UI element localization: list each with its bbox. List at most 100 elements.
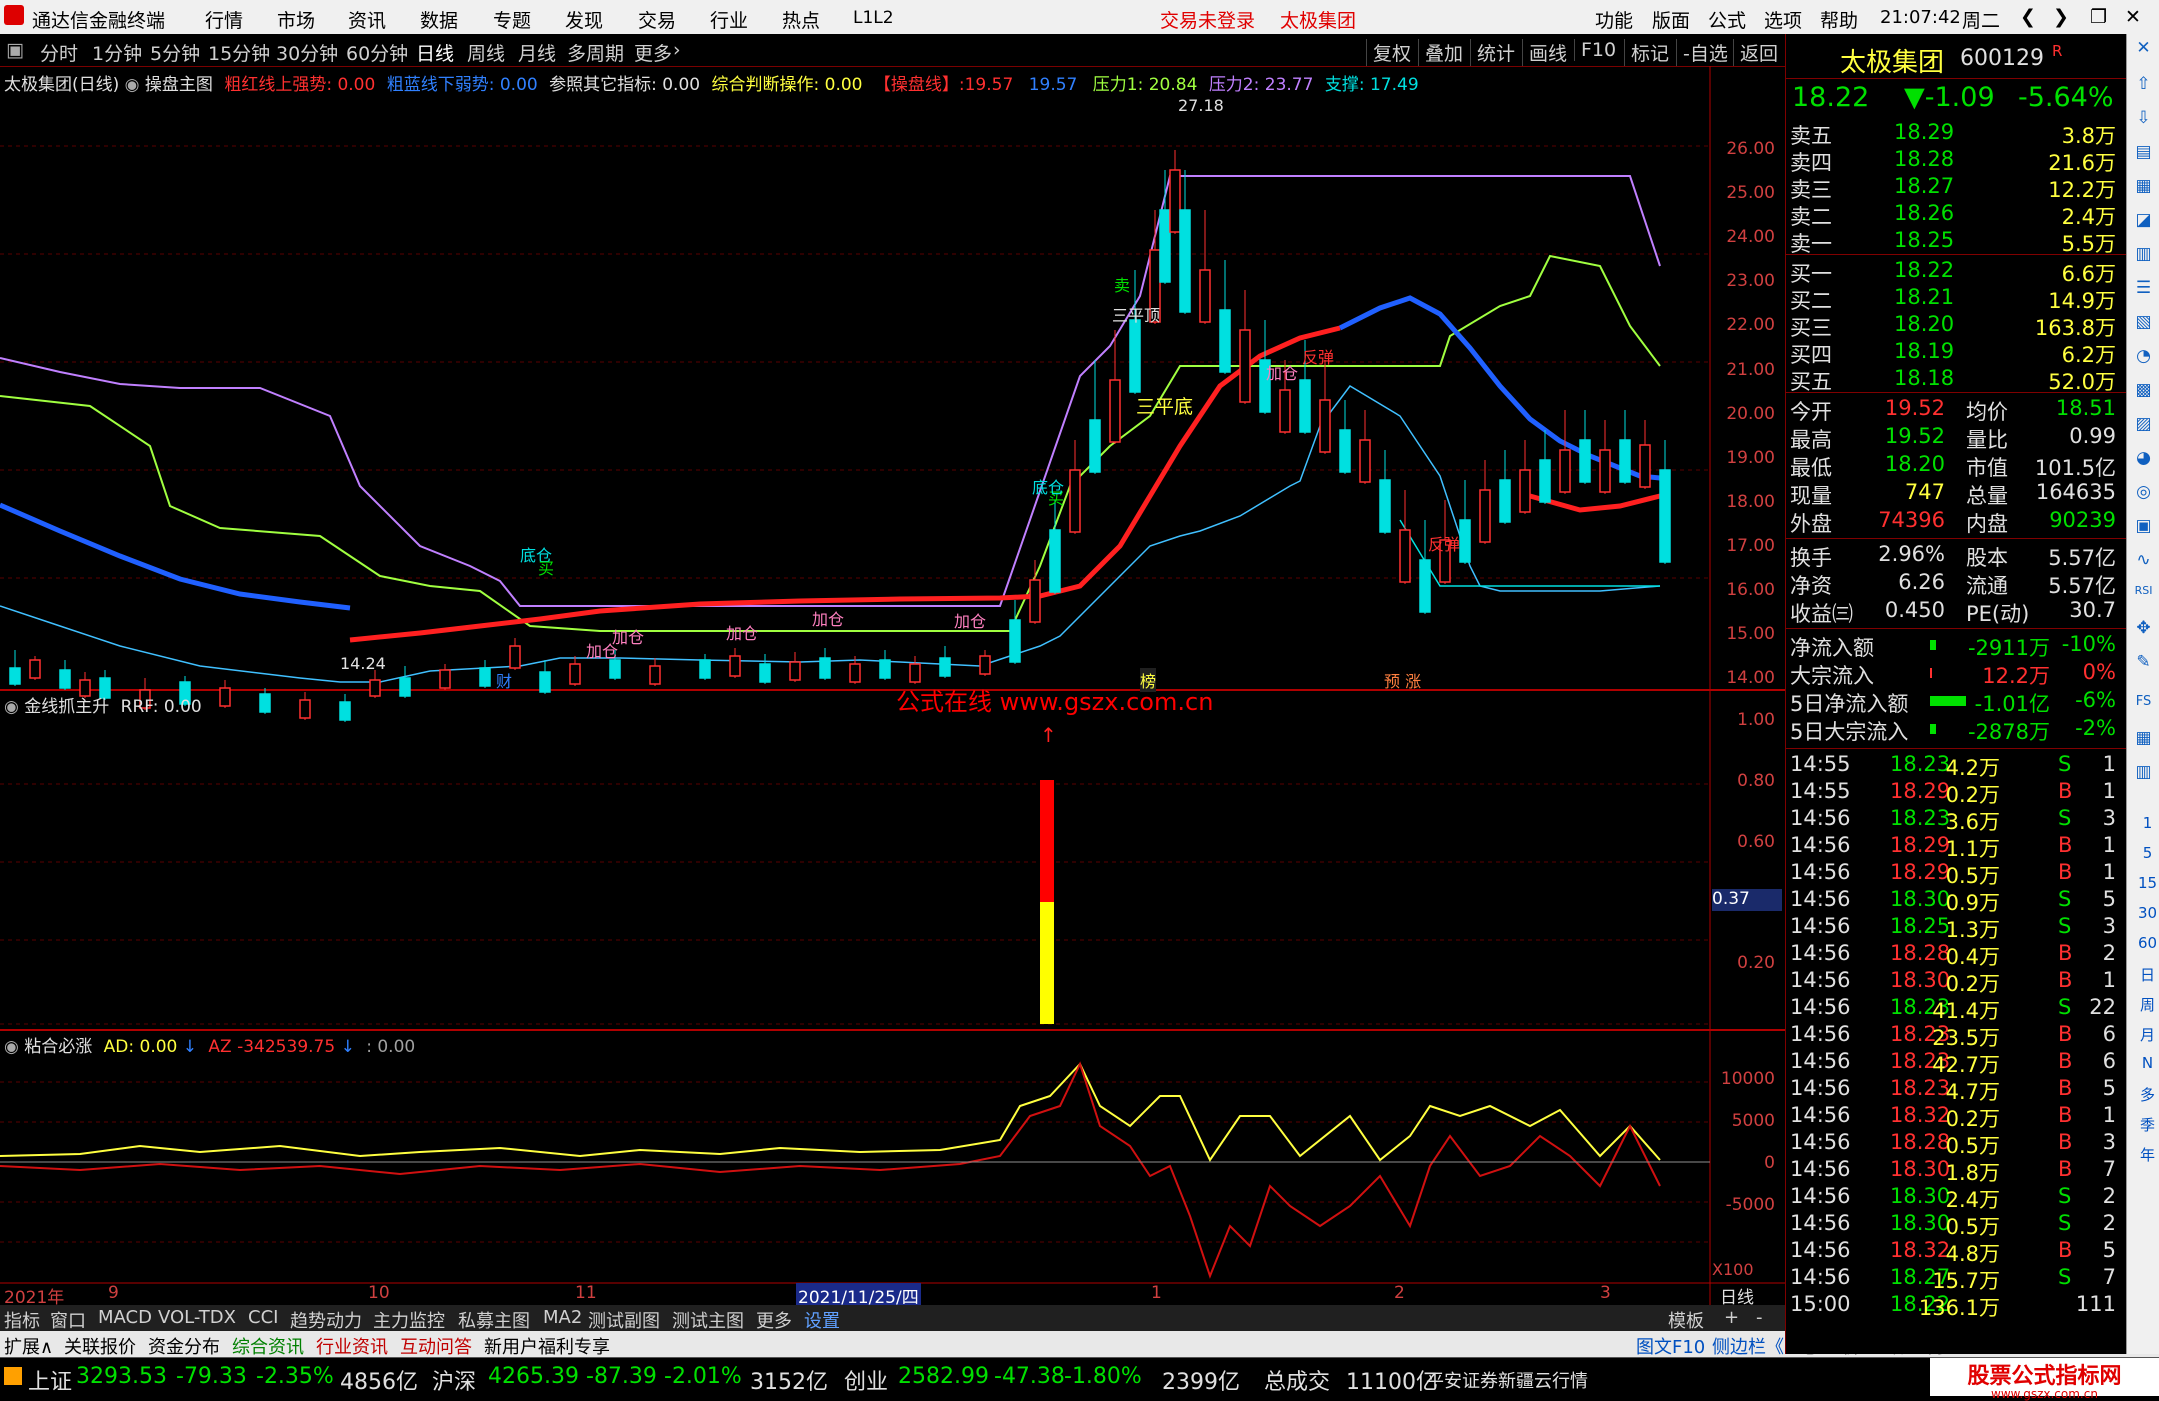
tab-macd[interactable]: MACD	[98, 1307, 152, 1328]
sub1-name[interactable]: 金线抓主升	[24, 697, 109, 717]
hs-label[interactable]: 沪深	[432, 1364, 476, 1396]
sidebar-chart-icon[interactable]: ◪	[2131, 210, 2156, 235]
ask-row[interactable]: 卖一 18.25 5.5万	[1790, 228, 2120, 256]
sub1-chevron-icon[interactable]: ◉	[4, 697, 24, 717]
sidebar-bars-icon[interactable]: ▨	[2131, 414, 2156, 439]
forward-icon[interactable]: ❯	[2053, 6, 2069, 28]
btn-minus[interactable]: -	[1756, 1307, 1763, 1328]
back-icon[interactable]: ❮	[2020, 6, 2036, 28]
sidebar-period[interactable]: 30	[2135, 904, 2159, 929]
ext-hudong[interactable]: 互动问答	[400, 1333, 472, 1359]
sidebar-fs-icon[interactable]: FS	[2131, 694, 2156, 719]
btn-biaoji[interactable]: 标记	[1624, 39, 1675, 66]
sidebar-fin-icon[interactable]: ▧	[2131, 312, 2156, 337]
tab-shezhi[interactable]: 设置	[804, 1307, 840, 1333]
tab-zhibiao[interactable]: 指标	[4, 1307, 40, 1333]
ext-f10[interactable]: 图文F10	[1636, 1333, 1705, 1359]
tab-zhuli[interactable]: 主力监控	[373, 1307, 445, 1333]
tab-ma2[interactable]: MA2	[543, 1307, 582, 1328]
menu-item-jiaoyi[interactable]: 交易	[638, 6, 676, 33]
sh-label[interactable]: 上证	[28, 1364, 72, 1396]
sidebar-up-icon[interactable]: ⇧	[2131, 74, 2156, 99]
sidebar-pic-icon[interactable]: ▦	[2131, 728, 2156, 753]
sidebar-period[interactable]: 月	[2135, 1024, 2159, 1049]
tab-ceshizhu[interactable]: 测试主图	[672, 1307, 744, 1333]
sidebar-period[interactable]: 季	[2135, 1114, 2159, 1139]
period-1min[interactable]: 1分钟	[92, 39, 142, 66]
ask-row[interactable]: 卖四 18.28 21.6万	[1790, 147, 2120, 175]
period-multi[interactable]: 多周期	[567, 39, 624, 66]
sidebar-period[interactable]: 年	[2135, 1144, 2159, 1169]
btn-plus[interactable]: +	[1724, 1307, 1739, 1328]
sidebar-circle-icon[interactable]: ◎	[2131, 482, 2156, 507]
ask-row[interactable]: 卖三 18.27 12.2万	[1790, 174, 2120, 202]
ext-zonghe[interactable]: 综合资讯	[232, 1333, 304, 1359]
btn-diejia[interactable]: 叠加	[1418, 39, 1469, 66]
sidebar-rsi-icon[interactable]: RSI	[2131, 584, 2156, 609]
cy-label[interactable]: 创业	[844, 1364, 888, 1396]
sidebar-period[interactable]: 60	[2135, 934, 2159, 959]
ext-guanlian[interactable]: 关联报价	[64, 1333, 136, 1359]
sidebar-period[interactable]: 1	[2135, 814, 2159, 839]
sidebar-kk-icon[interactable]: ▥	[2131, 762, 2156, 787]
period-monthly[interactable]: 月线	[518, 39, 556, 66]
ask-row[interactable]: 卖二 18.26 2.4万	[1790, 201, 2120, 229]
sidebar-doc-icon[interactable]: ▤	[2131, 142, 2156, 167]
tab-chuangkou[interactable]: 窗口	[50, 1307, 86, 1333]
sidebar-fund-icon[interactable]: ▣	[2131, 516, 2156, 541]
menu-item-xuanxiang[interactable]: 选项	[1764, 6, 1802, 33]
sidebar-wave-icon[interactable]: ∿	[2131, 550, 2156, 575]
sidebar-period[interactable]: 多	[2135, 1084, 2159, 1109]
period-weekly[interactable]: 周线	[467, 39, 505, 66]
sidebar-period[interactable]: 15	[2135, 874, 2159, 899]
tab-ceshifu[interactable]: 测试副图	[588, 1307, 660, 1333]
trade-login-notice[interactable]: 交易未登录	[1160, 6, 1255, 33]
sidebar-period[interactable]: 周	[2135, 994, 2159, 1019]
ext-xinyonghu[interactable]: 新用户福利专享	[484, 1333, 610, 1359]
menu-item-gongshi[interactable]: 公式	[1708, 6, 1746, 33]
menu-item-faxian[interactable]: 发现	[565, 6, 603, 33]
sidebar-pen-icon[interactable]: ✎	[2131, 652, 2156, 677]
tab-gengduo[interactable]: 更多	[756, 1307, 792, 1333]
period-60min[interactable]: 60分钟	[346, 39, 408, 66]
ext-hangye[interactable]: 行业资讯	[316, 1333, 388, 1359]
tab-qushi[interactable]: 趋势动力	[290, 1307, 362, 1333]
tab-simu[interactable]: 私募主图	[458, 1307, 530, 1333]
menu-item-l1l2[interactable]: L1L2	[853, 8, 894, 28]
btn-fuquan[interactable]: 复权	[1366, 39, 1417, 66]
menu-item-redian[interactable]: 热点	[782, 6, 820, 33]
btn-zixuan[interactable]: -自选	[1676, 39, 1734, 66]
sidebar-list-icon[interactable]: ☰	[2131, 278, 2156, 303]
sidebar-grid-icon[interactable]: ▦	[2131, 176, 2156, 201]
ext-sidebar[interactable]: 侧边栏《	[1712, 1333, 1784, 1359]
bid-row[interactable]: 买四 18.19 6.2万	[1790, 339, 2120, 367]
menu-item-hangqing[interactable]: 行情	[205, 6, 243, 33]
sidebar-period[interactable]: 5	[2135, 844, 2159, 869]
chevron-right-icon[interactable]: ›	[673, 39, 681, 61]
sub2-chevron-icon[interactable]: ◉	[4, 1037, 24, 1057]
menu-item-bangzhu[interactable]: 帮助	[1820, 6, 1858, 33]
period-5min[interactable]: 5分钟	[150, 39, 200, 66]
sidebar-table-icon[interactable]: ▩	[2131, 380, 2156, 405]
btn-huaxian[interactable]: 画线	[1522, 39, 1573, 66]
sidebar-period[interactable]: 日	[2135, 964, 2159, 989]
menu-item-gongneng[interactable]: 功能	[1595, 6, 1633, 33]
sidebar-kline-icon[interactable]: ▥	[2131, 244, 2156, 269]
tab-cci[interactable]: CCI	[248, 1307, 278, 1328]
tab-vol[interactable]: VOL-TDX	[158, 1307, 236, 1328]
bid-row[interactable]: 买五 18.18 52.0万	[1790, 366, 2120, 394]
close-icon[interactable]: ✕	[2125, 6, 2141, 28]
sidebar-move-icon[interactable]: ✥	[2131, 618, 2156, 643]
btn-template[interactable]: 模板	[1668, 1307, 1704, 1333]
bid-row[interactable]: 买三 18.20 163.8万	[1790, 312, 2120, 340]
btn-tongji[interactable]: 统计	[1470, 39, 1521, 66]
period-30min[interactable]: 30分钟	[276, 39, 338, 66]
period-15min[interactable]: 15分钟	[208, 39, 270, 66]
period-fenshi[interactable]: 分时	[40, 39, 78, 66]
menu-item-zixun[interactable]: 资讯	[348, 6, 386, 33]
kline-chart[interactable]: ↑	[0, 66, 1785, 1306]
menu-item-hangye[interactable]: 行业	[710, 6, 748, 33]
bid-row[interactable]: 买二 18.21 14.9万	[1790, 285, 2120, 313]
sidebar-gauge-icon[interactable]: ◔	[2131, 346, 2156, 371]
btn-fanhui[interactable]: 返回	[1733, 39, 1784, 66]
